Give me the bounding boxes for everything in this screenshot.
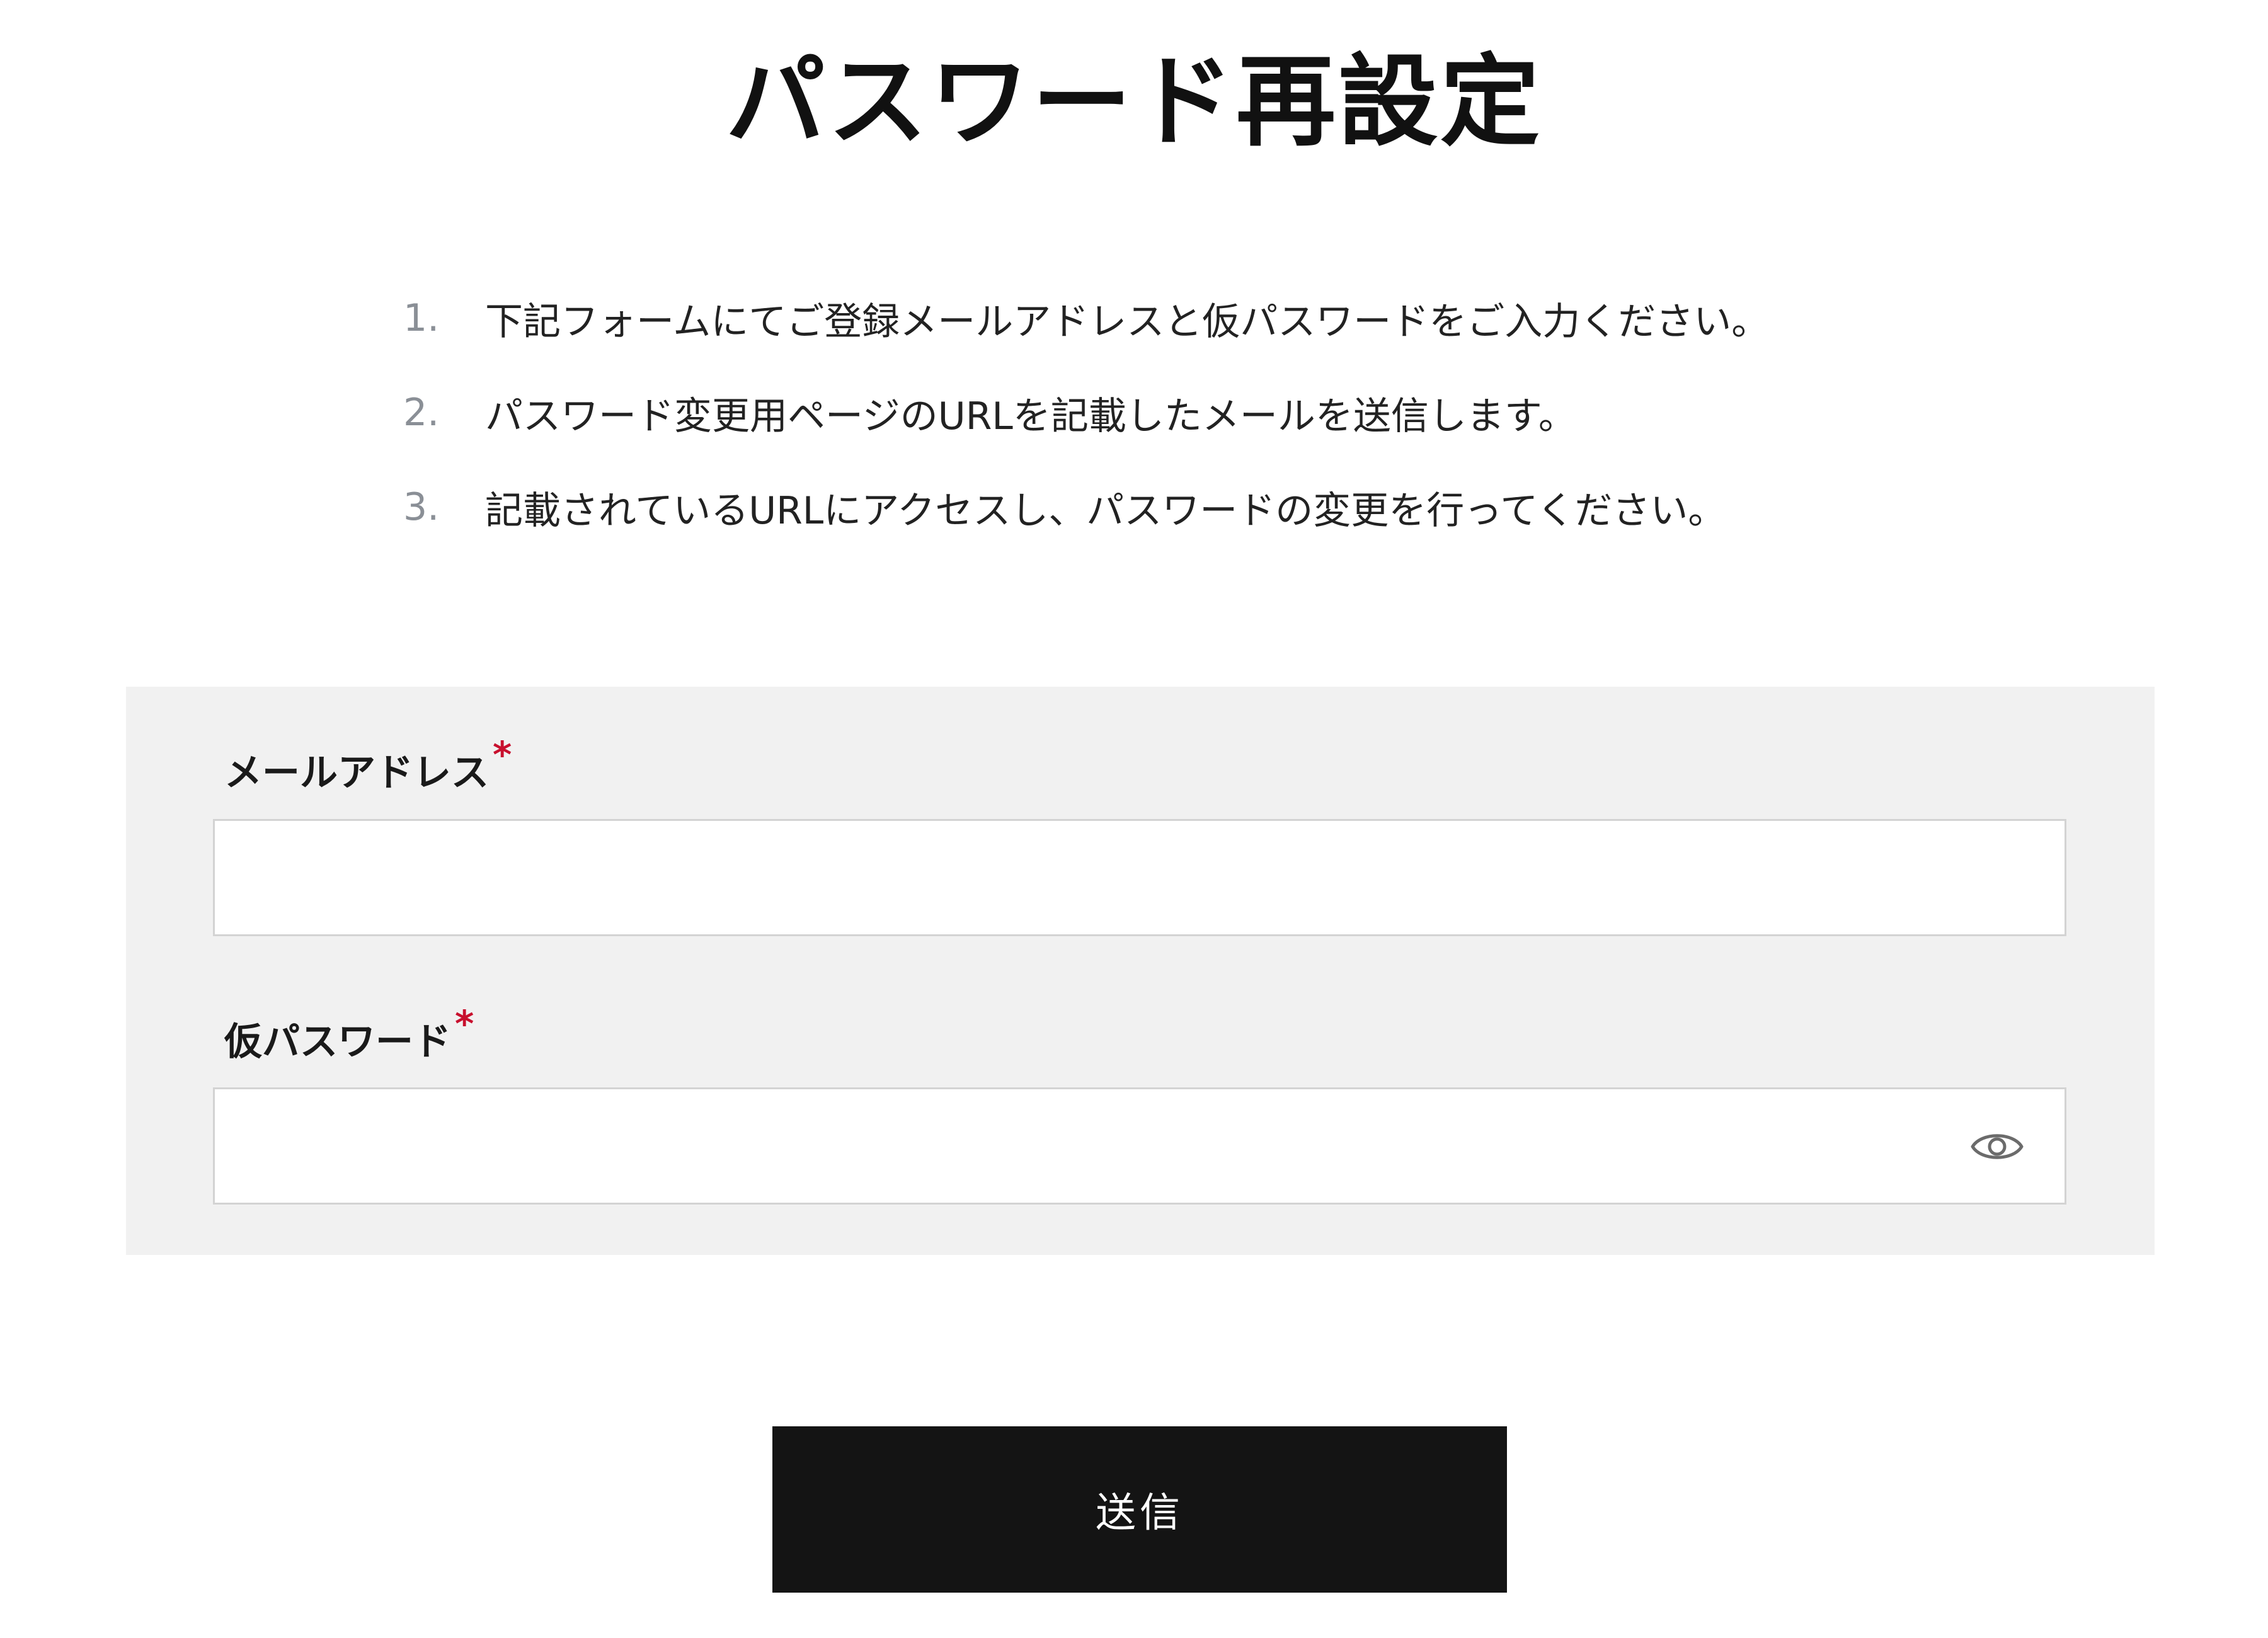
instruction-item: 1. 下記フォームにてご登録メールアドレスと仮パスワードをご入力ください。: [403, 271, 1915, 365]
step-number: 2.: [403, 391, 440, 435]
instruction-list: 1. 下記フォームにてご登録メールアドレスと仮パスワードをご入力ください。 2.…: [403, 271, 1915, 554]
required-mark: *: [493, 733, 512, 776]
email-field-box: [213, 819, 2066, 936]
email-label: メールアドレス *: [224, 733, 512, 797]
reset-form-panel: メールアドレス * 仮パスワード *: [126, 687, 2155, 1255]
step-number: 3.: [403, 485, 440, 529]
step-number: 1.: [403, 296, 440, 340]
eye-icon[interactable]: [1970, 1127, 2024, 1166]
step-text: パスワード変更用ページのURLを記載したメールを送信します。: [485, 394, 1576, 438]
step-text: 下記フォームにてご登録メールアドレスと仮パスワードをご入力ください。: [485, 299, 1770, 344]
submit-button[interactable]: 送信: [772, 1426, 1507, 1593]
temp-password-label-text: 仮パスワード: [224, 1020, 451, 1064]
temp-password-field-box: [213, 1087, 2066, 1205]
email-field[interactable]: [215, 821, 2065, 934]
required-mark: *: [455, 1002, 474, 1045]
temp-password-field[interactable]: [215, 1089, 2065, 1203]
email-label-text: メールアドレス: [224, 751, 489, 795]
page-title: パスワード再設定: [726, 44, 1542, 160]
instruction-item: 2. パスワード変更用ページのURLを記載したメールを送信します。: [403, 365, 1915, 460]
step-text: 記載されているURLにアクセスし、パスワードの変更を行ってください。: [485, 488, 1726, 533]
instruction-item: 3. 記載されているURLにアクセスし、パスワードの変更を行ってください。: [403, 460, 1915, 554]
temp-password-label: 仮パスワード *: [224, 1002, 474, 1066]
